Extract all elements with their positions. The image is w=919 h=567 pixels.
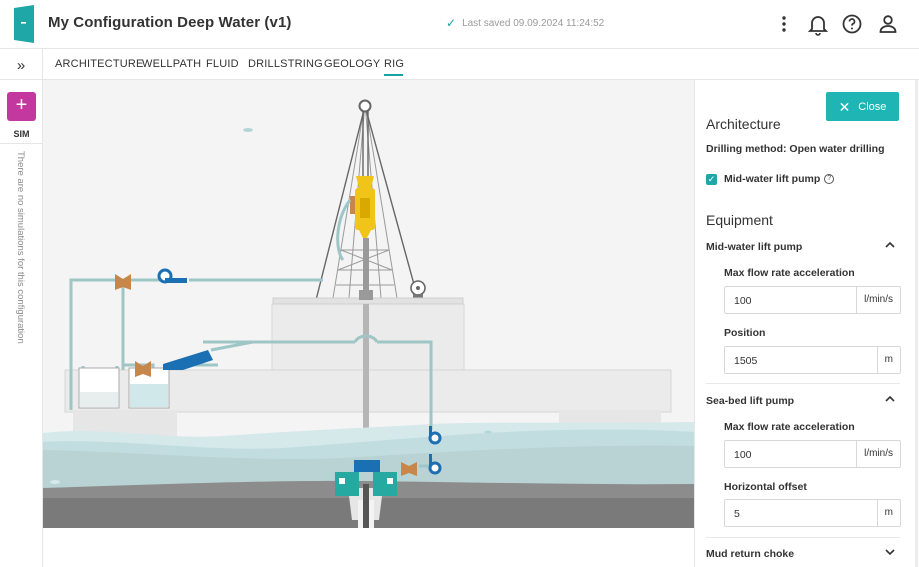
group-seabed-lift-pump[interactable]: Sea-bed lift pump — [706, 395, 794, 407]
seabed-horizontal-offset-input[interactable]: 5 m — [724, 499, 901, 527]
unit-label: m — [876, 347, 900, 373]
tab-geology[interactable]: GEOLOGY — [324, 58, 380, 70]
unit-label: l/min/s — [856, 287, 900, 313]
configuration-tabs: ARCHITECTURE WELLPATH FLUID DRILLSTRING … — [43, 49, 919, 80]
last-saved-text: Last saved 09.09.2024 11:24:52 — [462, 17, 605, 29]
chevron-down-icon[interactable] — [884, 546, 896, 561]
more-vert-icon[interactable] — [772, 12, 796, 36]
position-label: Position — [724, 327, 766, 339]
rail-divider — [0, 143, 43, 144]
help-icon[interactable]: ? — [824, 174, 835, 184]
help-icon[interactable] — [840, 12, 864, 36]
input-value: 1505 — [734, 355, 758, 367]
equipment-heading: Equipment — [706, 212, 773, 228]
simulation-rail: » + SIM There are no simulations for thi… — [0, 49, 43, 567]
max-flow-rate-label: Max flow rate acceleration — [724, 267, 855, 279]
tab-drillstring[interactable]: DRILLSTRING — [248, 58, 323, 70]
horizontal-offset-label: Horizontal offset — [724, 481, 807, 493]
midwater-checkbox-label: Mid-water lift pump ? — [724, 173, 835, 185]
close-button[interactable]: ✕ Close — [826, 92, 899, 121]
user-icon[interactable] — [876, 12, 900, 36]
architecture-heading: Architecture — [706, 116, 781, 132]
midwater-position-input[interactable]: 1505 m — [724, 346, 901, 374]
top-drive — [350, 176, 375, 238]
input-value: 100 — [734, 449, 752, 461]
tab-fluid[interactable]: FLUID — [206, 58, 239, 70]
rig-diagram — [43, 99, 694, 528]
active-tab-indicator — [384, 74, 403, 76]
shale-shaker — [163, 350, 213, 370]
app-header: My Configuration Deep Water (v1) ✓ Last … — [0, 0, 919, 49]
group-divider — [706, 383, 900, 384]
chevron-up-icon[interactable] — [884, 393, 896, 408]
crown-block — [358, 99, 372, 113]
drilling-method-text: Drilling method: Open water drilling — [706, 143, 885, 155]
midwater-checkbox[interactable]: ✓ — [706, 174, 717, 185]
save-status: ✓ Last saved 09.09.2024 11:24:52 — [446, 17, 604, 29]
group-midwater-lift-pump[interactable]: Mid-water lift pump — [706, 241, 802, 253]
group-mud-return-choke[interactable]: Mud return choke — [706, 548, 794, 560]
bell-icon[interactable] — [806, 12, 830, 36]
settings-panel: ✕ Close Architecture Drilling method: Op… — [694, 80, 919, 567]
close-icon: ✕ — [838, 98, 851, 115]
tab-architecture[interactable]: ARCHITECTURE — [55, 58, 144, 70]
expand-rail-button[interactable]: » — [10, 57, 32, 75]
mud-pump — [157, 268, 187, 284]
add-simulation-button[interactable]: + — [7, 92, 36, 121]
rail-divider — [0, 79, 43, 80]
door-exit-icon[interactable] — [12, 4, 36, 44]
unit-label: m — [876, 500, 900, 526]
check-icon: ✓ — [446, 16, 457, 30]
tab-rig[interactable]: RIG — [384, 58, 404, 70]
midwater-max-flow-input[interactable]: 100 l/min/s — [724, 286, 901, 314]
close-label: Close — [858, 100, 887, 113]
midwater-checkbox-text: Mid-water lift pump — [724, 173, 821, 185]
group-divider — [706, 537, 900, 538]
panel-scrollbar[interactable] — [915, 80, 918, 567]
tab-wellpath[interactable]: WELLPATH — [142, 58, 201, 70]
unit-label: l/min/s — [856, 441, 900, 467]
input-value: 100 — [734, 295, 752, 307]
max-flow-rate-label: Max flow rate acceleration — [724, 421, 855, 433]
chevron-up-icon[interactable] — [884, 239, 896, 254]
sim-label: SIM — [13, 129, 30, 139]
seabed-max-flow-input[interactable]: 100 l/min/s — [724, 440, 901, 468]
configuration-title: My Configuration Deep Water (v1) — [48, 14, 292, 31]
no-simulations-text: There are no simulations for this config… — [15, 151, 26, 344]
input-value: 5 — [734, 508, 740, 520]
rig-canvas[interactable] — [43, 80, 694, 528]
